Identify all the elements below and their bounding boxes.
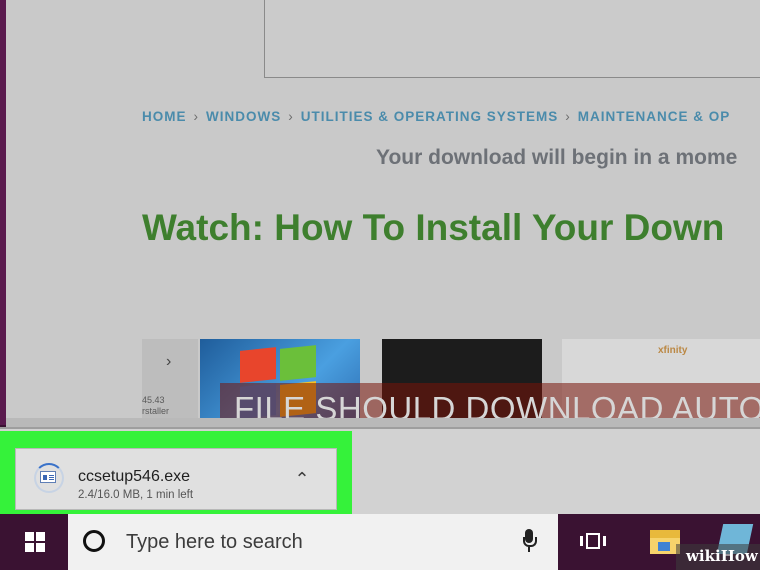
taskbar-search-box[interactable]: Type here to search bbox=[68, 514, 558, 570]
breadcrumb-maintenance[interactable]: MAINTENANCE & OP bbox=[578, 109, 731, 124]
task-view-icon[interactable] bbox=[580, 530, 606, 552]
download-status: 2.4/16.0 MB, 1 min left bbox=[78, 489, 194, 501]
download-item[interactable]: ccsetup546.exe 2.4/16.0 MB, 1 min left ⌃ bbox=[15, 448, 337, 510]
watch-video-title: Watch: How To Install Your Down bbox=[142, 207, 725, 248]
download-file-name: ccsetup546.exe bbox=[78, 468, 191, 485]
chevron-right-icon[interactable]: › bbox=[166, 353, 171, 371]
thumbnail-prev[interactable]: › 45.43 rstaller bbox=[142, 339, 198, 425]
wikihow-logo-text: wikiHow bbox=[686, 547, 758, 565]
microphone-icon[interactable] bbox=[523, 529, 537, 553]
breadcrumb-windows[interactable]: WINDOWS bbox=[206, 109, 281, 124]
chevron-up-icon[interactable]: ⌃ bbox=[292, 470, 312, 488]
thumbnail-time: 45.43 bbox=[142, 395, 165, 405]
installer-file-icon bbox=[40, 471, 56, 483]
download-shelf-divider bbox=[0, 427, 760, 429]
xfinity-label: xfinity bbox=[658, 345, 688, 356]
download-progress-file-icon bbox=[34, 463, 64, 493]
taskbar: Type here to search bbox=[0, 514, 760, 570]
cortana-icon[interactable] bbox=[83, 530, 105, 552]
windows-start-icon[interactable] bbox=[0, 514, 68, 570]
breadcrumb: HOME › WINDOWS › UTILITIES & OPERATING SYSTE… bbox=[142, 109, 730, 124]
thumbnail-subtitle: rstaller bbox=[142, 406, 170, 416]
thumbnail-meta: 45.43 rstaller bbox=[142, 395, 169, 417]
search-placeholder[interactable]: Type here to search bbox=[126, 531, 303, 554]
browser-page: HOME › WINDOWS › UTILITIES & OPERATING SYSTE… bbox=[6, 0, 760, 425]
breadcrumb-separator: › bbox=[565, 109, 571, 124]
ad-placeholder bbox=[264, 0, 760, 78]
breadcrumb-utilities[interactable]: UTILITIES & OPERATING SYSTEMS bbox=[301, 109, 559, 124]
breadcrumb-separator: › bbox=[193, 109, 199, 124]
wikihow-watermark: wikiHow bbox=[676, 544, 760, 570]
download-begin-message: Your download will begin in a mome bbox=[376, 146, 738, 169]
breadcrumb-separator: › bbox=[288, 109, 294, 124]
breadcrumb-home[interactable]: HOME bbox=[142, 109, 187, 124]
